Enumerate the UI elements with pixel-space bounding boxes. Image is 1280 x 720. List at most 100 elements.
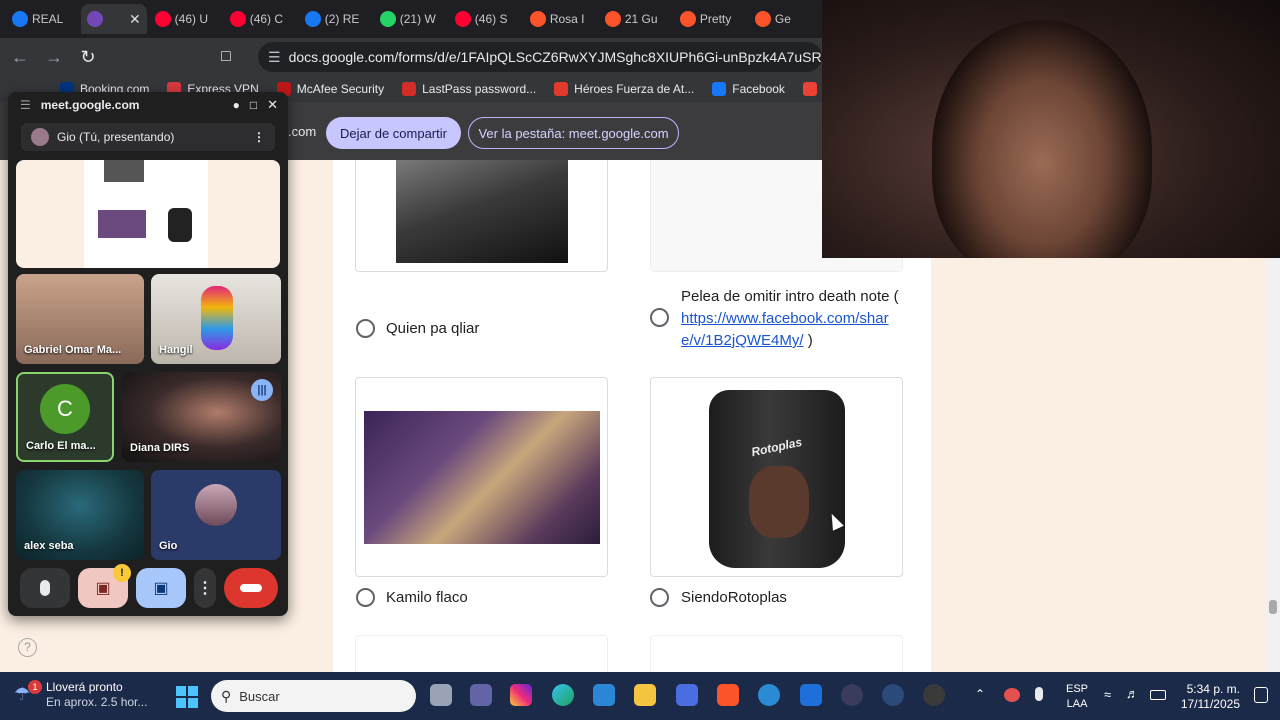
- wifi-icon[interactable]: ≈: [1104, 687, 1111, 702]
- water-tank-image: Rotoplas: [709, 390, 845, 568]
- participant-tile[interactable]: ||| Diana DIRS: [122, 372, 281, 462]
- stop-sharing-button[interactable]: Dejar de compartir: [326, 117, 461, 149]
- webcam-person: [932, 20, 1152, 258]
- browser-tab[interactable]: (21) W: [374, 4, 447, 34]
- mic-icon[interactable]: ●: [233, 98, 240, 112]
- browser-toolbar: ← → ↻ □ ☰ docs.google.com/forms/d/e/1FAI…: [0, 38, 822, 76]
- more-options-button[interactable]: ⋮: [194, 568, 216, 608]
- tray-app-icon[interactable]: [1004, 688, 1020, 702]
- teams-icon[interactable]: [470, 684, 492, 706]
- tab-title: (46) C: [249, 12, 284, 26]
- weather-icon: ☂ 1: [14, 680, 42, 706]
- notifications-icon[interactable]: [1254, 687, 1268, 703]
- address-bar[interactable]: ☰ docs.google.com/forms/d/e/1FAIpQLScCZ6…: [258, 42, 822, 72]
- avatar: [195, 484, 237, 526]
- close-tab-icon[interactable]: ✕: [129, 11, 141, 28]
- chevron-up-icon[interactable]: ⌃: [975, 687, 985, 701]
- bookmark-item[interactable]: LastPass password...: [402, 82, 536, 96]
- task-view-icon[interactable]: [430, 684, 452, 706]
- store-icon[interactable]: [593, 684, 615, 706]
- participant-tile[interactable]: Gio: [151, 470, 281, 560]
- bookmark-label: Héroes Fuerza de At...: [574, 82, 695, 96]
- view-tab-button[interactable]: Ver la pestaña: meet.google.com: [468, 117, 679, 149]
- site-info-icon[interactable]: ☰: [268, 49, 281, 66]
- presenter-bar[interactable]: Gio (Tú, presentando) ⋮: [21, 123, 275, 151]
- drag-handle-icon[interactable]: ☰: [20, 98, 31, 112]
- participant-tile[interactable]: Gabriel Omar Ma...: [16, 274, 144, 364]
- option-image-card: [355, 377, 608, 577]
- bookmark-item[interactable]: Gmail: [802, 82, 822, 96]
- option-link[interactable]: https://www.facebook.com/shar: [681, 310, 889, 327]
- browser-tab[interactable]: (46) C: [224, 4, 297, 34]
- browser-tab[interactable]: REAL: [6, 4, 79, 34]
- browser-tab[interactable]: ✕: [81, 4, 147, 34]
- microphone-tray-icon[interactable]: [1035, 687, 1043, 701]
- option-radio[interactable]: [356, 588, 375, 607]
- option-radio[interactable]: [650, 308, 669, 327]
- tab-title: REAL: [32, 12, 64, 26]
- bookmark-favicon-icon: [802, 82, 817, 96]
- forward-icon[interactable]: →: [40, 43, 68, 71]
- browser-tab-strip: REAL ✕ (46) U (46) C (2) RE (21) W (46) S Rosa …: [0, 0, 822, 38]
- browser-tab[interactable]: (46) S: [449, 4, 522, 34]
- more-options-icon: ⋮: [197, 580, 213, 597]
- browser-tab[interactable]: (2) RE: [299, 4, 372, 34]
- edge-icon[interactable]: [552, 684, 574, 706]
- tab-title: Rosa I: [549, 12, 585, 26]
- taskbar-search[interactable]: ⚲ Buscar: [211, 680, 416, 712]
- more-options-icon[interactable]: ⋮: [253, 130, 265, 144]
- leave-call-button[interactable]: [224, 568, 278, 608]
- help-icon[interactable]: ?: [18, 638, 37, 657]
- browser-tab[interactable]: Rosa I: [524, 4, 597, 34]
- clock-date: 17/11/2025: [1180, 697, 1240, 711]
- close-icon[interactable]: ✕: [267, 97, 278, 113]
- presentation-tile[interactable]: [16, 160, 280, 268]
- file-explorer-icon[interactable]: [634, 684, 656, 706]
- participant-name: Hangil: [159, 344, 193, 356]
- participant-name: Carlo El ma...: [26, 440, 96, 452]
- battery-icon[interactable]: [1150, 690, 1166, 700]
- browser-tab[interactable]: (46) U: [149, 4, 222, 34]
- expand-icon[interactable]: □: [250, 98, 257, 112]
- bookmark-label: McAfee Security: [296, 82, 385, 96]
- participant-name: Gio: [159, 540, 178, 552]
- participant-name: Diana DIRS: [130, 442, 190, 454]
- forms-icon: [87, 11, 104, 27]
- reload-icon[interactable]: ↻: [74, 43, 102, 71]
- steam-icon[interactable]: [882, 684, 904, 706]
- weather-widget[interactable]: ☂ 1 Lloverá pronto En aprox. 2.5 hor...: [14, 680, 147, 710]
- app-icon[interactable]: [676, 684, 698, 706]
- tab-title: (46) U: [174, 12, 209, 26]
- participant-tile[interactable]: Hangil: [151, 274, 281, 364]
- bookmark-favicon-icon: [712, 82, 727, 96]
- scroll-thumb[interactable]: [1269, 600, 1277, 614]
- volume-icon[interactable]: ♬: [1126, 686, 1139, 701]
- participant-tile[interactable]: C Carlo El ma...: [16, 372, 114, 462]
- start-button[interactable]: [176, 686, 198, 708]
- media-player-icon[interactable]: [841, 684, 863, 706]
- option-link[interactable]: e/v/1B2jQWE4My/: [681, 332, 804, 349]
- back-icon[interactable]: ←: [6, 43, 34, 71]
- help-app-icon[interactable]: [758, 684, 780, 706]
- windows-taskbar: ☂ 1 Lloverá pronto En aprox. 2.5 hor... …: [0, 672, 1280, 720]
- bookmark-item[interactable]: Facebook: [712, 82, 785, 96]
- bookmark-item[interactable]: McAfee Security: [276, 82, 385, 96]
- option-radio[interactable]: [356, 319, 375, 338]
- youtube-icon: [454, 11, 471, 27]
- browser-tab[interactable]: Ge: [749, 4, 822, 34]
- clock[interactable]: 5:34 p. m. 17/11/2025: [1181, 682, 1240, 712]
- browser-tab[interactable]: Pretty: [674, 4, 747, 34]
- obs-icon[interactable]: [923, 684, 945, 706]
- participant-tile[interactable]: alex seba: [16, 470, 144, 560]
- bookmark-icon[interactable]: □: [212, 43, 240, 71]
- app-icon[interactable]: [800, 684, 822, 706]
- option-radio[interactable]: [650, 588, 669, 607]
- instagram-icon[interactable]: [510, 684, 532, 706]
- mic-button[interactable]: [20, 568, 70, 608]
- facebook-icon: [12, 11, 28, 27]
- brave-icon[interactable]: [717, 684, 739, 706]
- bookmark-item[interactable]: Héroes Fuerza de At...: [554, 82, 694, 96]
- present-button[interactable]: ▣: [136, 568, 186, 608]
- language-indicator[interactable]: ESP LAA: [1066, 682, 1088, 712]
- browser-tab[interactable]: 21 Gu: [599, 4, 672, 34]
